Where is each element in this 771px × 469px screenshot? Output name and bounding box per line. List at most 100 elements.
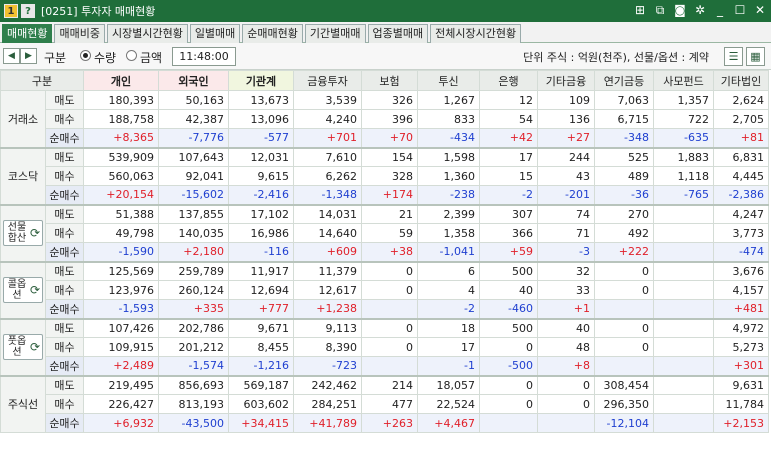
value-cell: 6 [417,260,480,281]
link-icon[interactable]: ⊞ [633,3,647,17]
value-cell: 107,426 [83,317,159,338]
column-header[interactable]: 외국인 [158,70,229,91]
maximize-icon[interactable]: ☐ [733,3,747,17]
value-cell: 242,462 [293,374,362,395]
group-toggle-button[interactable]: 선물합산 ⟳ [2,220,44,246]
time-input[interactable]: 11:48:00 [172,47,236,66]
investor-trading-table: 구분 개인 외국인 기관계 금융투자 보험 투신 은행 기타금융 연기금등 사모펀드 기타법인 거래소… [0,70,771,469]
value-cell: 6,831 [713,146,769,167]
qty-radio[interactable] [80,50,91,61]
value-cell: 9,671 [228,317,294,338]
tab-2[interactable]: 시장별시간현황 [106,24,188,43]
value-cell: 4 [417,280,480,300]
group-toggle-button[interactable]: 콜옵션 ⟳ [2,277,44,303]
table-row: 매수 109,915 201,212 8,455 8,390 0 17 0 48 0 5,273 [1,337,769,357]
value-cell [653,242,714,262]
column-header[interactable]: 구분 [0,70,84,91]
value-cell: -1,593 [83,299,159,319]
value-cell: 0 [479,337,538,357]
tab-1[interactable]: 매매비중 [54,24,105,43]
value-cell: 125,569 [83,260,159,281]
value-cell: +59 [479,242,538,262]
value-cell: 270 [594,203,654,224]
value-cell: 9,113 [293,317,362,338]
value-cell: 17 [417,337,480,357]
row-type-label: 매수 [45,394,84,414]
value-cell: -116 [228,242,294,262]
column-header[interactable]: 투신 [417,70,480,91]
row-type-label: 매수 [45,109,84,129]
minimize-icon[interactable]: _ [713,3,727,17]
screen-number-badge[interactable]: 1 [4,4,18,18]
next-button[interactable]: ▶ [20,48,37,64]
value-cell: -1,574 [158,356,229,376]
value-cell: -474 [713,242,769,262]
value-cell [653,299,714,319]
value-cell: 1,358 [417,223,480,243]
column-header[interactable]: 개인 [83,70,159,91]
column-header[interactable]: 은행 [479,70,538,91]
close-icon[interactable]: ✕ [753,3,767,17]
value-cell: 6,715 [594,109,654,129]
group-label: 주식선 [0,374,46,433]
value-cell: 8,455 [228,337,294,357]
row-type-label: 매수 [45,280,84,300]
value-cell: 18,057 [417,374,480,395]
copy-icon[interactable]: ⧉ [653,3,667,17]
value-cell: 12,031 [228,146,294,167]
camera-icon[interactable]: ◙ [673,3,687,17]
group-name: 선물합산 [7,222,27,244]
column-header[interactable]: 사모펀드 [653,70,714,91]
column-header[interactable]: 금융투자 [293,70,362,91]
help-button[interactable]: ? [21,4,35,18]
grid-view-icon[interactable]: ▦ [746,47,765,66]
amount-label[interactable]: 금액 [140,49,162,66]
value-cell [653,337,714,357]
value-cell: +481 [713,299,769,319]
value-cell: 326 [361,90,418,110]
refresh-icon: ⟳ [29,340,41,354]
prev-button[interactable]: ◀ [3,48,20,64]
tab-5[interactable]: 기간별매매 [304,24,366,43]
value-cell: 0 [361,260,418,281]
table-row: 순매수 +2,489 -1,574 -1,216 -723 -1 -500 +8 +301 [1,356,769,376]
value-cell: 396 [361,109,418,129]
value-cell: -2 [417,299,480,319]
amount-radio[interactable] [126,50,137,61]
group-name: 콜옵션 [7,279,27,301]
value-cell: 259,789 [158,260,229,281]
value-cell: -577 [228,128,294,148]
value-cell: +8 [537,356,595,376]
value-cell: +222 [594,242,654,262]
tab-7[interactable]: 전체시장시간현황 [430,24,522,43]
column-header[interactable]: 기타금융 [537,70,595,91]
tab-6[interactable]: 업종별매매 [367,24,429,43]
column-header[interactable]: 기타법인 [713,70,769,91]
value-cell [653,413,714,433]
value-cell: 4,972 [713,317,769,338]
value-cell: -15,602 [158,185,229,205]
column-header[interactable]: 기관계 [228,70,294,91]
value-cell: 0 [537,374,595,395]
column-header[interactable]: 연기금등 [594,70,654,91]
unit-text: 단위 주식 : 억원(천주), 선물/옵션 : 계약 [523,51,709,64]
value-cell: -2,386 [713,185,769,205]
value-cell: 59 [361,223,418,243]
group-toggle-button[interactable]: 풋옵션 ⟳ [2,334,44,360]
qty-label[interactable]: 수량 [94,49,116,66]
value-cell: 0 [361,280,418,300]
tab-0[interactable]: 매매현황 [2,24,53,43]
column-header[interactable]: 보험 [361,70,418,91]
row-type-label: 매도 [45,146,84,167]
list-view-icon[interactable]: ☰ [724,47,743,66]
gear-icon[interactable]: ✲ [693,3,707,17]
value-cell: 7,610 [293,146,362,167]
tab-4[interactable]: 순매매현황 [242,24,303,43]
row-type-label: 매수 [45,337,84,357]
value-cell: 560,063 [83,166,159,186]
value-cell: -723 [293,356,362,376]
value-cell: 109,915 [83,337,159,357]
value-cell: 188,758 [83,109,159,129]
value-cell: 40 [537,317,595,338]
tab-3[interactable]: 일별매매 [189,24,241,43]
